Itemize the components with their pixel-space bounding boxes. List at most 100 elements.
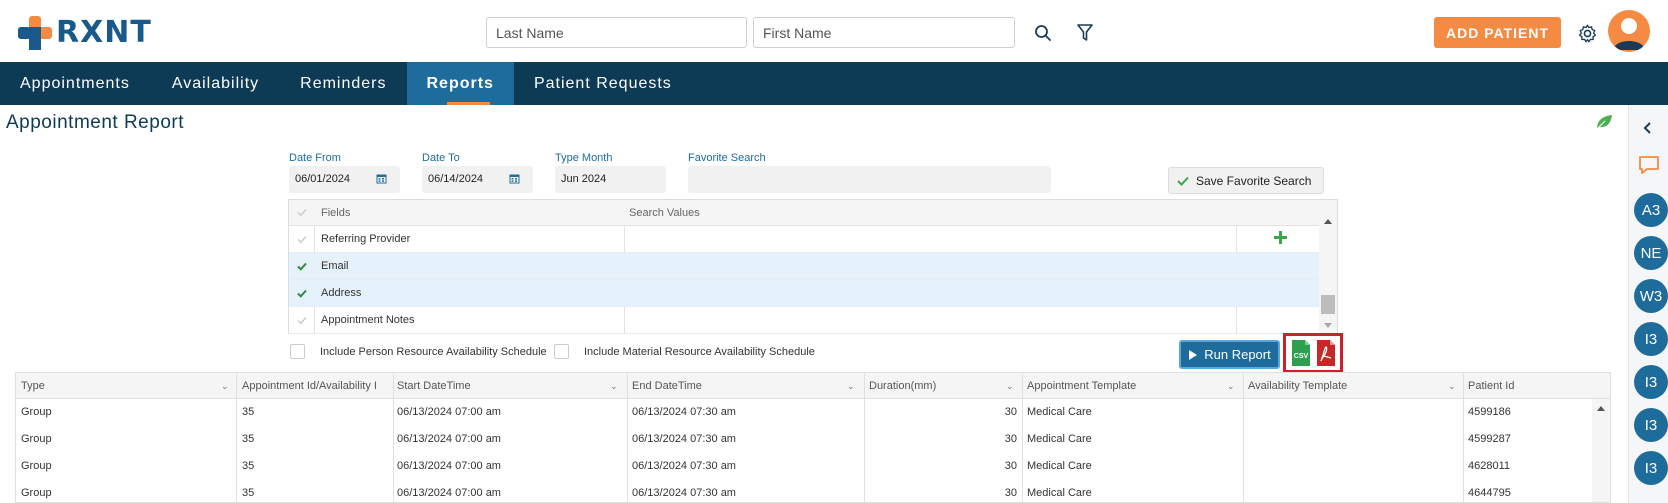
date-to-label: Date To (422, 152, 460, 164)
brand-logo[interactable]: RXNT (18, 15, 152, 50)
results-scrollbar[interactable] (1592, 399, 1610, 502)
nav-availability[interactable]: Availability (150, 62, 280, 105)
cell-appointment-id: 35 (242, 460, 255, 472)
rail-badge[interactable]: W3 (1634, 279, 1668, 313)
check-icon[interactable] (297, 289, 307, 298)
person-schedule-option[interactable]: Include Person Resource Availability Sch… (290, 344, 547, 359)
column-header[interactable]: Availability Template (1248, 373, 1438, 398)
search-icon[interactable] (1032, 22, 1054, 44)
chevron-down-icon[interactable]: ⌄ (1448, 381, 1456, 392)
pdf-export-icon[interactable] (1316, 339, 1336, 367)
filter-icon[interactable] (1074, 22, 1096, 44)
rail-badge[interactable]: I3 (1634, 365, 1668, 399)
nav-reports[interactable]: Reports (406, 62, 514, 105)
chevron-down-icon[interactable]: ⌄ (1006, 381, 1014, 392)
chevron-down-icon[interactable]: ⌄ (847, 381, 855, 392)
fields-scrollbar[interactable] (1319, 216, 1337, 333)
chevron-down-icon[interactable]: ⌄ (610, 381, 618, 392)
scroll-up-icon[interactable] (1323, 218, 1333, 225)
cell-appointment-template: Medical Care (1027, 487, 1092, 499)
cell-appointment-id: 35 (242, 433, 255, 445)
cell-type: Group (21, 460, 52, 472)
save-favorite-label: Save Favorite Search (1196, 173, 1312, 188)
scroll-thumb[interactable] (1321, 295, 1335, 314)
field-row[interactable]: Email (289, 253, 1337, 280)
top-bar: RXNT ADD PATIENT (0, 0, 1668, 62)
cell-duration: 30 (1004, 487, 1017, 499)
column-header[interactable]: Appointment Id/Availability Id (242, 373, 377, 398)
csv-export-icon[interactable]: CSV (1291, 339, 1311, 367)
run-report-label: Run Report (1204, 347, 1271, 362)
material-schedule-option[interactable]: Include Material Resource Availability S… (554, 344, 815, 359)
save-favorite-search-button[interactable]: Save Favorite Search (1168, 167, 1324, 194)
column-header[interactable]: Type (21, 373, 211, 398)
rail-badge[interactable]: I3 (1634, 322, 1668, 356)
rxnt-cross-icon (18, 15, 52, 50)
cell-duration: 30 (1004, 460, 1017, 472)
rail-badge[interactable]: NE (1634, 236, 1668, 270)
date-from-value: 06/01/2024 (295, 173, 351, 185)
material-schedule-checkbox[interactable] (554, 344, 569, 359)
cell-start: 06/13/2024 07:00 am (397, 460, 501, 472)
date-to-field[interactable]: 06/14/2024 (422, 166, 533, 193)
column-header[interactable]: Duration(mm) (869, 373, 999, 398)
run-report-button[interactable]: Run Report (1179, 340, 1280, 369)
check-icon[interactable] (297, 208, 307, 217)
cell-end: 06/13/2024 07:30 am (632, 406, 736, 418)
rail-badge[interactable]: A3 (1634, 193, 1668, 227)
table-row[interactable]: Group 35 06/13/2024 07:00 am 06/13/2024 … (16, 426, 1610, 453)
chevron-left-icon[interactable] (1643, 121, 1653, 139)
calendar-icon[interactable] (509, 173, 520, 184)
nav-patient-requests[interactable]: Patient Requests (514, 62, 692, 105)
type-month-field[interactable]: Jun 2024 (555, 166, 666, 193)
nav-appointments[interactable]: Appointments (0, 62, 150, 105)
table-row[interactable]: Group 35 06/13/2024 07:00 am 06/13/2024 … (16, 480, 1610, 502)
material-schedule-label: Include Material Resource Availability S… (584, 345, 815, 358)
calendar-icon[interactable] (376, 173, 387, 184)
scroll-down-icon[interactable] (1323, 322, 1333, 329)
person-schedule-checkbox[interactable] (290, 344, 305, 359)
field-row[interactable]: Referring Provider (289, 226, 1337, 253)
table-row[interactable]: Group 35 06/13/2024 07:00 am 06/13/2024 … (16, 453, 1610, 480)
field-row[interactable]: Appointment Notes (289, 307, 1337, 334)
first-name-input[interactable] (753, 17, 1015, 48)
cell-appointment-id: 35 (242, 406, 255, 418)
table-row[interactable]: Group 35 06/13/2024 07:00 am 06/13/2024 … (16, 399, 1610, 426)
column-header[interactable]: End DateTime (632, 373, 822, 398)
scroll-up-icon[interactable] (1596, 405, 1606, 412)
nav-reminders[interactable]: Reminders (280, 62, 406, 105)
person-schedule-label: Include Person Resource Availability Sch… (320, 345, 547, 358)
plus-icon[interactable] (1274, 231, 1287, 244)
column-header[interactable]: Appointment Template (1027, 373, 1217, 398)
play-icon (1189, 349, 1198, 360)
leaf-icon[interactable] (1595, 114, 1613, 135)
results-header: Type ⌄ Appointment Id/Availability Id St… (16, 373, 1610, 399)
favorite-search-field[interactable] (688, 166, 1051, 193)
cell-appointment-id: 35 (242, 487, 255, 499)
cell-end: 06/13/2024 07:30 am (632, 433, 736, 445)
gear-icon[interactable] (1575, 21, 1599, 45)
rail-badge[interactable]: I3 (1634, 408, 1668, 442)
check-icon[interactable] (297, 235, 307, 244)
date-from-field[interactable]: 06/01/2024 (289, 166, 400, 193)
fields-grid: Fields Search Values Referring Provider … (288, 199, 1338, 334)
column-header[interactable]: Patient Id (1468, 373, 1568, 398)
cell-type: Group (21, 487, 52, 499)
column-header[interactable]: Start DateTime (397, 373, 587, 398)
check-icon[interactable] (297, 316, 307, 325)
rail-badge[interactable]: I3 (1634, 451, 1668, 485)
chevron-down-icon[interactable]: ⌄ (221, 381, 229, 392)
chat-icon[interactable] (1638, 155, 1660, 180)
check-icon (1177, 176, 1189, 186)
field-row[interactable]: Address (289, 280, 1337, 307)
header-fields: Fields (321, 207, 351, 219)
avatar[interactable] (1608, 10, 1650, 52)
cell-end: 06/13/2024 07:30 am (632, 487, 736, 499)
csv-label: CSV (1293, 353, 1309, 360)
last-name-input[interactable] (486, 17, 747, 48)
add-patient-button[interactable]: ADD PATIENT (1434, 17, 1561, 48)
chevron-down-icon[interactable]: ⌄ (1227, 381, 1235, 392)
cell-duration: 30 (1004, 433, 1017, 445)
brand-name: RXNT (56, 15, 152, 50)
check-icon[interactable] (297, 262, 307, 271)
